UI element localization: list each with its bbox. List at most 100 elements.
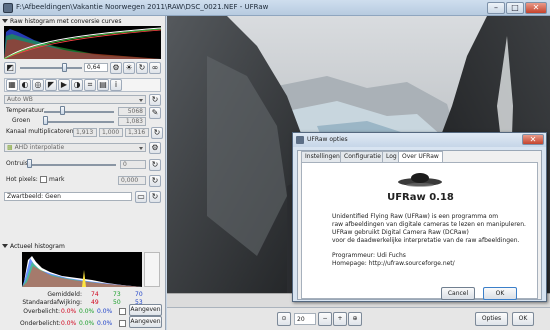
dark-frame-label: Zwartbeeld: <box>7 193 44 200</box>
over-apply-checkbox[interactable] <box>119 308 126 315</box>
zoom-100-icon[interactable]: ⊕ <box>348 312 362 326</box>
raw-histogram-curves <box>3 27 162 60</box>
lens-tab-icon[interactable]: ◎ <box>32 79 44 91</box>
save-tab-icon[interactable]: ▤ <box>97 79 109 91</box>
over-label: Overbelicht: <box>23 308 60 315</box>
exposure-value-field[interactable]: 0,64 <box>84 63 108 72</box>
link-icon[interactable]: ∞ <box>149 62 161 74</box>
exposure-slider-knob[interactable] <box>62 63 67 72</box>
raw-histogram-header[interactable]: Raw histogram met conversie curves <box>0 17 121 26</box>
mean-label: Gemiddeld: <box>47 291 82 298</box>
under-apply-button[interactable]: Aangeven <box>129 316 162 328</box>
std-g: 50 <box>113 299 121 306</box>
over-g: 0.0% <box>79 308 95 315</box>
product-name: UFRaw 0.18 <box>387 192 454 203</box>
exposure-icon: ◩ <box>4 62 16 74</box>
hot-pixels-field[interactable]: 0,000 <box>118 176 146 185</box>
color-management-tab-icon[interactable]: ▶ <box>58 79 70 91</box>
zoom-in-icon[interactable]: + <box>333 312 347 326</box>
wb-reset-icon[interactable]: ↻ <box>149 94 161 106</box>
green-slider-knob[interactable] <box>43 116 48 125</box>
ok-button[interactable]: OK <box>512 312 534 326</box>
under-apply-checkbox[interactable] <box>119 320 126 327</box>
dialog-ok-button[interactable]: OK <box>483 287 517 300</box>
zoom-field[interactable]: 20 <box>294 313 316 325</box>
lightbulb-icon[interactable]: ☀ <box>123 62 135 74</box>
under-g: 0.0% <box>79 320 95 327</box>
interpolation-value: AHD interpolatie <box>14 144 65 151</box>
chevron-down-icon <box>139 147 143 150</box>
tab-instellingen[interactable]: Instellingen <box>301 151 344 162</box>
temperature-slider-track[interactable] <box>44 111 114 113</box>
temperature-slider-knob[interactable] <box>60 106 65 115</box>
corrections-tab-icon[interactable]: ◑ <box>71 79 83 91</box>
auto-exposure-icon[interactable]: ⚙ <box>110 62 122 74</box>
green-slider-track[interactable] <box>44 121 114 123</box>
interpolation-select[interactable]: ▩ AHD interpolatie <box>4 143 146 152</box>
interpolation-icon: ▩ <box>7 144 15 151</box>
white-balance-select[interactable]: Auto WB <box>4 95 146 104</box>
eyedropper-icon[interactable]: ✎ <box>149 107 161 119</box>
under-b: 0.0% <box>97 320 113 327</box>
interpolation-settings-icon[interactable]: ⚙ <box>149 142 161 154</box>
about-line-3: UFRaw gebruikt Digital Camera Raw (DCRaw… <box>332 229 469 236</box>
title-bar: F:\Afbeeldingen\Vakantie Noorwegen 2011\… <box>0 0 550 16</box>
white-balance-value: Auto WB <box>7 96 33 103</box>
dialog-close-button[interactable]: ✕ <box>522 134 544 145</box>
multiplier-r-field[interactable]: 1,913 <box>73 128 97 137</box>
dark-frame-reset-icon[interactable]: ↻ <box>149 191 161 203</box>
app-icon <box>3 3 13 13</box>
folder-icon[interactable]: ▭ <box>135 191 147 203</box>
restore-icon[interactable]: ↻ <box>136 62 148 74</box>
dialog-body: Instellingen Configuratie Log Over UFRaw… <box>297 150 542 300</box>
std-label: Standaardafwijking: <box>22 299 82 306</box>
status-bar: ⊙ 20 − + ⊕ Opties OK <box>167 307 550 330</box>
zoom-out-icon[interactable]: − <box>318 312 332 326</box>
denoise-slider-track[interactable] <box>28 164 116 166</box>
grayscale-tab-icon[interactable]: ◐ <box>19 79 31 91</box>
control-panel: Raw histogram met conversie curves ◩ 0,6… <box>0 16 166 330</box>
dialog-title-bar: UFRaw opties ✕ <box>293 133 546 147</box>
about-line-1: Unidentified Flying Raw (UFRaw) is een p… <box>332 213 499 220</box>
maximize-button[interactable]: □ <box>506 2 524 14</box>
about-pane: UFRaw 0.18 Unidentified Flying Raw (UFRa… <box>301 162 538 299</box>
white-balance-tab-icon[interactable]: ▦ <box>6 79 18 91</box>
under-r: 0.0% <box>61 320 77 327</box>
raw-histogram[interactable] <box>3 26 162 60</box>
over-apply-button[interactable]: Aangeven <box>129 304 162 316</box>
dialog-title: UFRaw opties <box>307 136 348 143</box>
live-histogram-header[interactable]: Actueel histogram <box>0 242 65 251</box>
options-button[interactable]: Opties <box>475 312 508 326</box>
dialog-cancel-button[interactable]: Cancel <box>441 287 475 300</box>
mark-checkbox[interactable] <box>40 176 47 183</box>
multiplier-b-field[interactable]: 1,316 <box>125 128 149 137</box>
exif-tab-icon[interactable]: i <box>110 79 122 91</box>
crop-tab-icon[interactable]: ⌗ <box>84 79 96 91</box>
over-r: 0.0% <box>61 308 77 315</box>
close-button[interactable]: ✕ <box>525 2 547 14</box>
denoise-reset-icon[interactable]: ↻ <box>149 159 161 171</box>
about-line-2: raw afbeeldingen van digitale cameras te… <box>332 221 526 228</box>
green-field[interactable]: 1,083 <box>118 117 146 126</box>
denoise-slider-knob[interactable] <box>27 159 32 168</box>
hot-pixels-reset-icon[interactable]: ↻ <box>149 175 161 187</box>
exposure-slider-track[interactable] <box>20 67 82 69</box>
homepage-text: Homepage: http://ufraw.sourceforge.net/ <box>332 260 455 267</box>
about-line-4: voor de daadwerkelijke interpretatie van… <box>332 237 520 244</box>
green-label: Groen <box>12 117 31 124</box>
tool-tabs: ▦ ◐ ◎ ◤ ▶ ◑ ⌗ ▤ i <box>4 78 161 92</box>
base-curve-tab-icon[interactable]: ◤ <box>45 79 57 91</box>
temperature-field[interactable]: 5068 <box>118 107 146 116</box>
ufo-logo-icon <box>398 173 442 187</box>
live-histogram <box>22 252 142 287</box>
window-title: F:\Afbeeldingen\Vakantie Noorwegen 2011\… <box>16 3 269 11</box>
tab-configuratie[interactable]: Configuratie <box>340 151 385 162</box>
dark-frame-field[interactable]: Zwartbeeld: Geen <box>4 192 132 201</box>
minimize-button[interactable]: – <box>487 2 505 14</box>
multiplier-g-field[interactable]: 1,000 <box>99 128 123 137</box>
denoise-field[interactable]: 0 <box>120 160 146 169</box>
mean-g: 73 <box>113 291 121 298</box>
multipliers-reset-icon[interactable]: ↻ <box>151 127 163 139</box>
zoom-fit-icon[interactable]: ⊙ <box>277 312 291 326</box>
under-label: Onderbelicht: <box>20 320 61 327</box>
